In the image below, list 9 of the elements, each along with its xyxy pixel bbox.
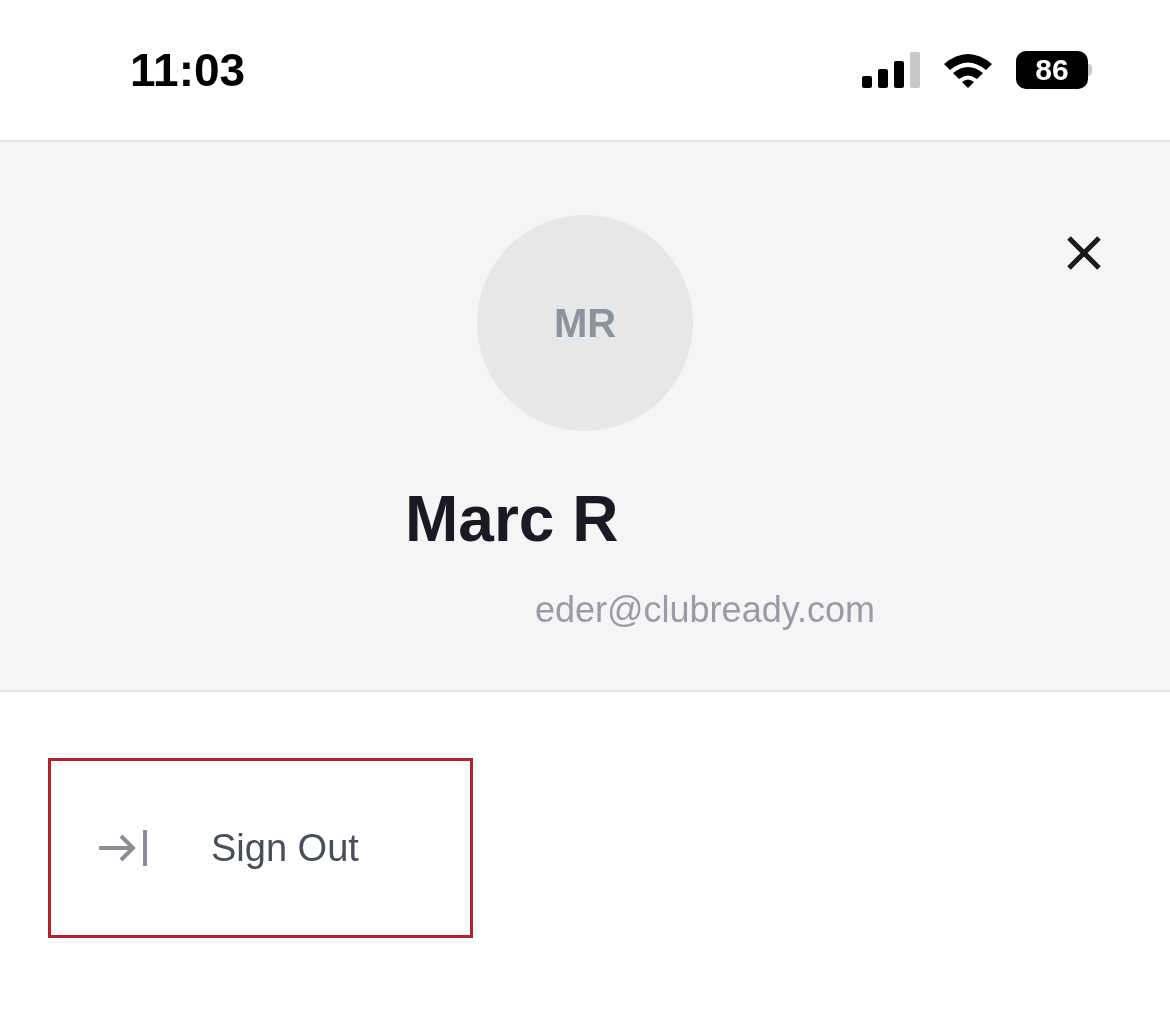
sign-out-button[interactable]: Sign Out xyxy=(48,758,473,938)
user-name: Marc R xyxy=(405,487,619,551)
avatar: MR xyxy=(477,215,693,431)
wifi-icon xyxy=(942,51,994,89)
user-email: eder@clubready.com xyxy=(535,588,875,632)
signal-icon xyxy=(862,52,920,88)
close-button[interactable] xyxy=(1066,235,1102,271)
status-time: 11:03 xyxy=(130,42,246,98)
sign-out-icon xyxy=(97,828,149,868)
